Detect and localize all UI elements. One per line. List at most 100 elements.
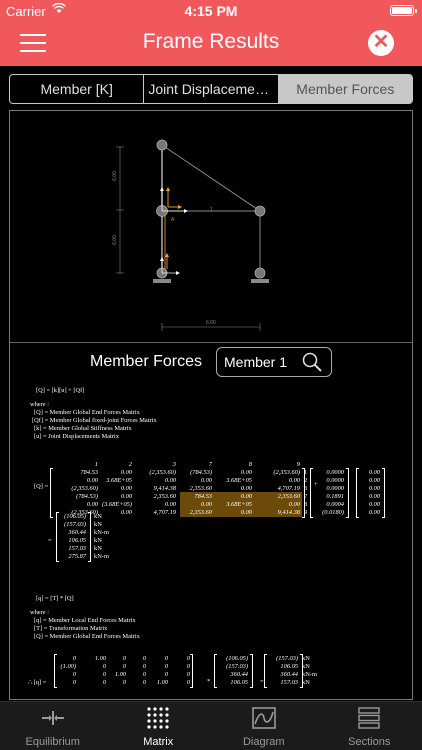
eq2-def-2: [T] = Transformation Matrix — [34, 625, 108, 632]
dim-bottom: 6.00 — [206, 320, 216, 326]
close-icon: ✕ — [372, 31, 390, 53]
q-local-bracket-right — [300, 654, 303, 688]
eq2-equation: [q] = [T] * [Q] — [36, 595, 74, 602]
q-local-cell: 106.05 — [280, 663, 298, 670]
k-cell: 0.00 — [240, 469, 252, 476]
tab-equilibrium[interactable]: Equilibrium — [0, 702, 106, 750]
eq1-def-2: [Qf] = Member Global fixed-joint Forces … — [32, 417, 157, 424]
member-forces-row: Member Forces Member 1 — [10, 347, 412, 383]
tab-equilibrium-label: Equilibrium — [25, 736, 80, 748]
t-cell: 1.00 — [94, 655, 106, 662]
tab-sections[interactable]: Sections — [317, 702, 422, 750]
u-cell: 0.0004 — [326, 501, 344, 508]
k-cell: 2,353.60 — [189, 485, 212, 492]
eq1-equals: = — [48, 537, 52, 544]
u-cell: 0.0000 — [326, 477, 344, 484]
q-local-unit: kN — [302, 655, 310, 662]
q-result-unit: kN — [94, 537, 102, 544]
u-bracket-right — [346, 468, 349, 518]
q-local-cell: (157.03) — [276, 655, 298, 662]
q-result-unit: kN — [94, 521, 102, 528]
u-cell: (0.0180) — [322, 509, 344, 516]
t-cell: 0 — [186, 655, 190, 662]
t-cell: 0 — [164, 663, 168, 670]
eq2-where: where : — [30, 609, 49, 616]
k-cell: 4,707.19 — [277, 485, 300, 492]
segment-member-k[interactable]: Member [K] — [10, 75, 145, 103]
q-local-cell: 157.03 — [280, 679, 298, 686]
eq1-equation: [Q] = [k][u] + [Qf] — [36, 387, 85, 394]
t-cell: 0 — [186, 663, 190, 670]
t-cell: 0 — [142, 671, 146, 678]
clock: 4:15 PM — [184, 3, 238, 19]
k-col-header: 9 — [296, 461, 300, 468]
segment-member-forces[interactable]: Member Forces — [278, 75, 412, 103]
q-local-unit: kN — [302, 663, 310, 670]
t-cell: 0 — [102, 679, 106, 686]
eq2-def-1: [q] = Member Local End Forces Matrix — [34, 617, 136, 624]
results-panel: 6.00 6.00 6.00 1 A Member Forces Member … — [9, 110, 413, 700]
sections-icon — [355, 706, 383, 730]
q-result-cell: 157.03 — [68, 545, 86, 552]
k-cell: 0.00 — [120, 485, 132, 492]
q-result-unit: kN-m — [94, 529, 109, 536]
t-cell: 0 — [164, 655, 168, 662]
qf-bracket-left — [356, 468, 359, 518]
k-cell: 784.53 — [194, 493, 212, 500]
equilibrium-icon — [39, 706, 67, 730]
q-local-unit: kN-m — [302, 671, 317, 678]
qf-cell: 0.00 — [368, 485, 380, 492]
k-cell: 0.00 — [240, 493, 252, 500]
t-cell: 0 — [72, 679, 76, 686]
segment-joint-displacement[interactable]: Joint Displacement... — [144, 75, 279, 103]
t-cell: 0 — [122, 663, 126, 670]
k-cell: 0.00 — [200, 501, 212, 508]
u-bracket-left — [310, 468, 313, 518]
frame-diagram-svg — [116, 139, 269, 331]
k-col-header: 7 — [208, 461, 212, 468]
Q-cell: (106.05) — [226, 655, 248, 662]
search-icon — [301, 351, 323, 378]
t-cell: 0 — [122, 679, 126, 686]
k-cell: 0.00 — [120, 469, 132, 476]
eq1-def-3: [k] = Member Global Stiffness Matrix — [34, 425, 132, 432]
member-selector[interactable]: Member 1 — [216, 347, 332, 377]
q-result-bracket-right — [88, 512, 91, 562]
tab-sections-label: Sections — [348, 736, 391, 748]
q-result-unit: kN — [94, 545, 102, 552]
tab-matrix-label: Matrix — [143, 736, 174, 748]
qf-cell: 0.00 — [368, 501, 380, 508]
diagram-icon — [250, 706, 278, 730]
k-row-index: 8 — [304, 501, 308, 508]
member-selector-value: Member 1 — [224, 354, 288, 370]
frame-diagram: 6.00 6.00 6.00 1 A — [10, 111, 412, 343]
q-local-cell: 360.44 — [280, 671, 298, 678]
k-col-header: 8 — [248, 461, 252, 468]
q-result-cell: 275.87 — [68, 553, 86, 560]
tab-diagram-label: Diagram — [242, 736, 285, 748]
tab-bar: Equilibrium Matrix Diagram Sections — [0, 701, 422, 750]
q-result-cell: (157.03) — [64, 521, 86, 528]
results-segmented-control: Member [K] Joint Displacement... Member … — [9, 74, 413, 104]
t-cell: 0 — [142, 679, 146, 686]
k-cell: 0.00 — [200, 477, 212, 484]
k-cell: 0.00 — [240, 509, 252, 516]
k-bracket-left — [50, 468, 53, 518]
Q-bracket-left — [214, 654, 217, 688]
close-button[interactable]: ✕ — [368, 30, 394, 56]
k-row-index: 7 — [304, 493, 308, 500]
section-label: Member Forces — [90, 353, 203, 370]
eq2-times: * — [207, 678, 211, 685]
k-cell: 2,353.60 — [189, 509, 212, 516]
matrix-icon — [144, 706, 172, 730]
k-cell: 0.00 — [240, 485, 252, 492]
t-cell: 0 — [142, 663, 146, 670]
k-cell: (3.68E+05) — [101, 501, 132, 508]
q-result-cell: 106.05 — [68, 537, 86, 544]
qf-cell: 0.00 — [368, 477, 380, 484]
t-cell: 0 — [164, 671, 168, 678]
eq2-def-3: [Q] = Member Global End Forces Matrix — [34, 633, 140, 640]
qf-cell: 0.00 — [368, 493, 380, 500]
tab-matrix[interactable]: Matrix — [106, 702, 212, 750]
tab-diagram[interactable]: Diagram — [211, 702, 317, 750]
